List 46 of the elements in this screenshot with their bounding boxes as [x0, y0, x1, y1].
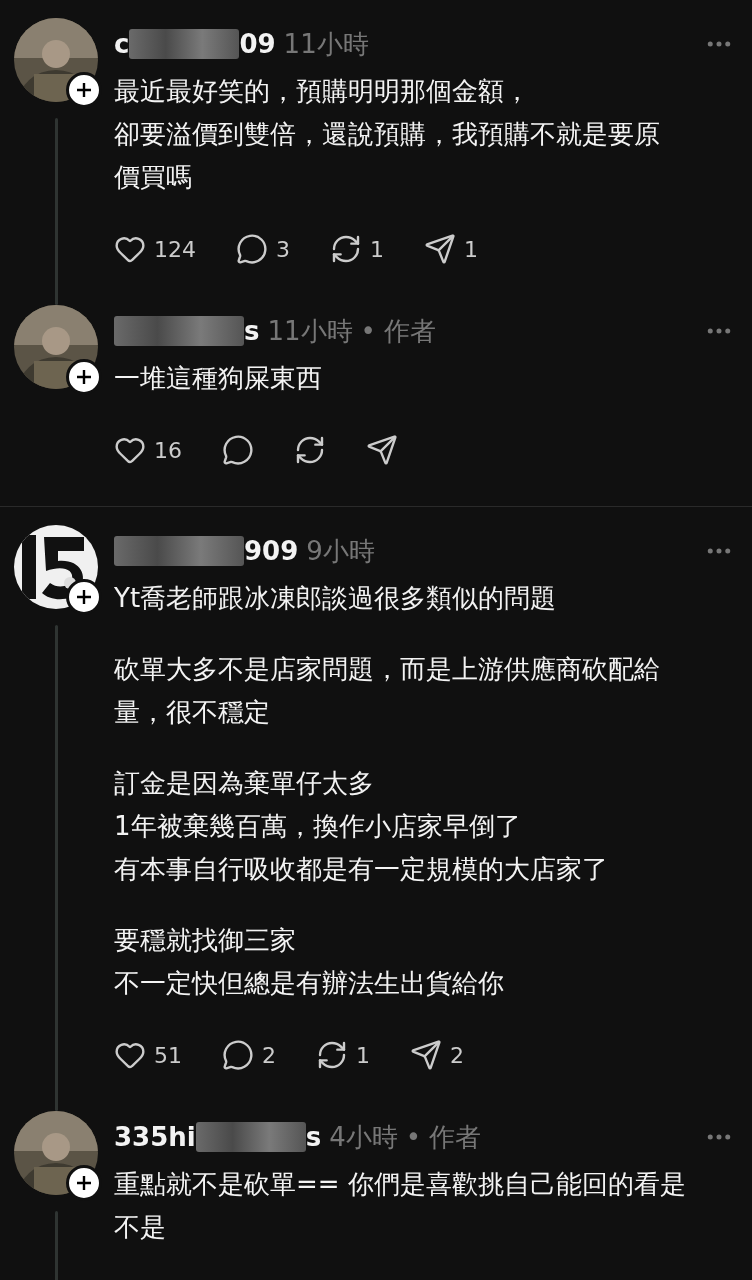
username[interactable]: s — [305, 1122, 322, 1152]
repost-icon — [294, 434, 326, 466]
share-button[interactable]: 2 — [410, 1039, 464, 1071]
post-text: Yt喬老師跟冰凍郎談過很多類似的問題 — [114, 582, 558, 615]
plus-icon — [74, 587, 94, 607]
plus-icon — [74, 1173, 94, 1193]
reply-button[interactable]: 2 — [222, 1039, 276, 1071]
username[interactable]: c — [114, 29, 130, 59]
repost-button[interactable] — [294, 434, 326, 466]
like-button[interactable]: 124 — [114, 233, 196, 265]
share-button[interactable]: 1 — [424, 233, 478, 265]
like-button[interactable]: 16 — [114, 434, 182, 466]
speech-bubble-icon — [222, 434, 254, 466]
post-time: 9小時 — [306, 534, 375, 568]
post-text: 要穩就找御三家 不一定快但總是有辦法生出貨給你 — [114, 924, 505, 1000]
speech-bubble-icon — [236, 233, 268, 265]
post-text: 重點就不是砍單== 你們是喜歡挑自己能回的看是 不是 — [114, 1168, 687, 1244]
like-button[interactable]: 51 — [114, 1039, 182, 1071]
paper-plane-icon — [424, 233, 456, 265]
plus-icon — [74, 80, 94, 100]
post-time: 11小時 — [283, 27, 369, 61]
post-text: 訂金是因為棄單仔太多 1年被棄幾百萬，換作小店家早倒了 有本事自行吸收都是有一定規模的大店家了 — [114, 767, 609, 886]
author-tag: 作者 — [429, 1119, 482, 1155]
speech-bubble-icon — [222, 1039, 254, 1071]
post-text: 最近最好笑的，預購明明那個金額， 卻要溢價到雙倍，還說預購，我預購不就是要原 價買嗎 — [114, 75, 661, 194]
post-text: 一堆這種狗屎東西 — [114, 362, 323, 395]
post-time: 4小時 — [329, 1120, 398, 1154]
repost-icon — [330, 233, 362, 265]
username[interactable]: s — [244, 316, 260, 346]
separator-dot: • — [360, 316, 376, 346]
username[interactable]: 09 — [239, 29, 276, 59]
post-text: 砍單大多不是店家問題，而是上游供應商砍配給 量，很不穩定 — [114, 653, 661, 729]
share-button[interactable] — [366, 434, 398, 466]
separator-dot: • — [405, 1122, 422, 1152]
paper-plane-icon — [410, 1039, 442, 1071]
post-time: 11小時 — [267, 314, 353, 348]
author-tag: 作者 — [383, 313, 436, 349]
username[interactable]: 335hi — [114, 1122, 196, 1152]
repost-icon — [316, 1039, 348, 1071]
plus-icon — [74, 367, 94, 387]
repost-button[interactable]: 1 — [330, 233, 384, 265]
username[interactable]: 909 — [244, 536, 299, 566]
reply-button[interactable] — [222, 434, 254, 466]
paper-plane-icon — [366, 434, 398, 466]
reply-button[interactable]: 3 — [236, 233, 290, 265]
repost-button[interactable]: 1 — [316, 1039, 370, 1071]
